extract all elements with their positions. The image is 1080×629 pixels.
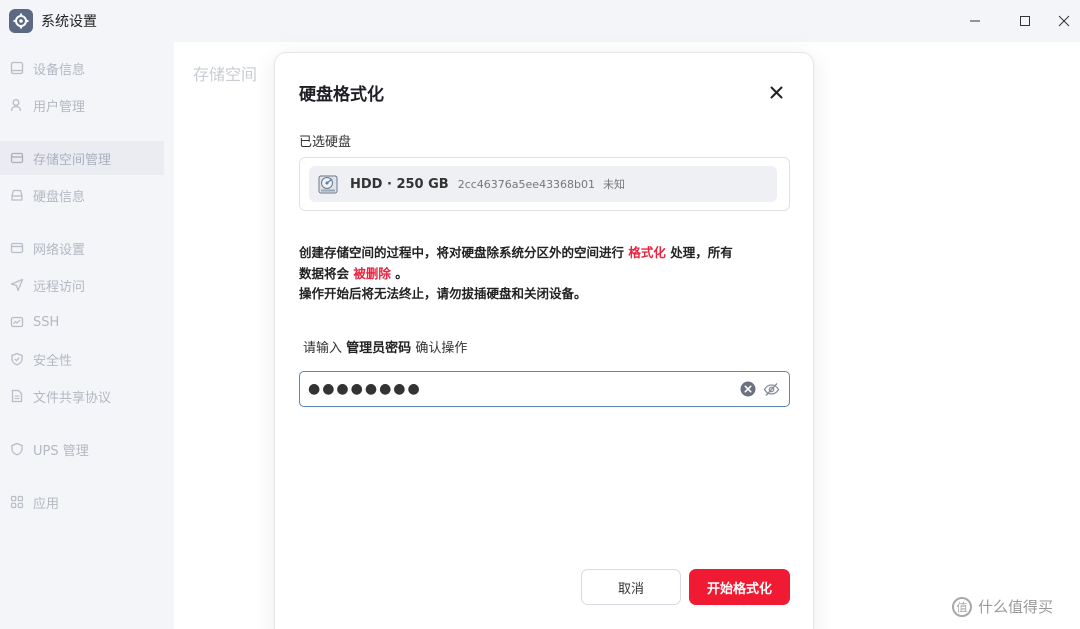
warning-text: 创建存储空间的过程中，将对硬盘除系统分区外的空间进行: [299, 245, 625, 260]
sidebar-item-ups-management[interactable]: UPS 管理: [0, 432, 164, 466]
window-title: 系统设置: [41, 14, 97, 30]
dialog-title: 硬盘格式化: [299, 85, 384, 105]
sidebar-item-label: 网络设置: [33, 242, 86, 258]
close-icon: [770, 86, 782, 98]
sidebar-item-storage-management[interactable]: 存储空间管理: [0, 141, 164, 175]
network-icon: [10, 242, 24, 254]
password-label: 请输入 管理员密码 确认操作: [303, 337, 467, 356]
sidebar-item-apps[interactable]: 应用: [0, 485, 164, 519]
watermark-text: 什么值得买: [978, 598, 1054, 616]
clear-icon[interactable]: [740, 381, 756, 397]
disk-chip: HDD · 250 GB 2cc46376a5ee43368b01 未知: [309, 166, 777, 202]
apps-icon: [10, 495, 24, 509]
page-title: 存储空间: [193, 65, 258, 84]
remote-access-icon: [10, 278, 24, 292]
warning-highlight-delete: 被删除: [353, 265, 391, 281]
sidebar-item-label: 存储空间管理: [33, 152, 112, 168]
selected-disk-label: 已选硬盘: [299, 135, 352, 150]
ssh-icon: [10, 316, 24, 328]
sidebar-item-label: 远程访问: [33, 279, 86, 295]
sidebar-item-file-sharing[interactable]: 文件共享协议: [0, 379, 164, 413]
sidebar-item-label: 设备信息: [33, 62, 86, 78]
disk-id: 2cc46376a5ee43368b01: [457, 177, 596, 191]
sidebar-item-remote-access[interactable]: 远程访问: [0, 268, 164, 302]
disk-status: 未知: [603, 178, 626, 191]
sidebar-item-label: 安全性: [33, 353, 73, 369]
sidebar-item-label: 应用: [33, 496, 60, 512]
sidebar: 设备信息 用户管理 存储空间管理 硬盘信息 网络设置 远程访问 SSH 安全性 …: [0, 42, 174, 629]
disk-icon: [11, 189, 23, 201]
format-warning: 创建存储空间的过程中，将对硬盘除系统分区外的空间进行 格式化 处理，所有 数据将…: [299, 243, 799, 305]
admin-password-input[interactable]: [308, 378, 728, 400]
warning-text: 。: [395, 265, 408, 281]
sidebar-item-network-settings[interactable]: 网络设置: [0, 231, 164, 265]
warning-text: 处理，所有: [670, 245, 733, 260]
minimize-icon[interactable]: [962, 8, 988, 34]
cancel-button[interactable]: 取消: [581, 569, 681, 605]
sidebar-item-label: SSH: [33, 314, 60, 330]
disk-name: HDD · 250 GB: [350, 176, 449, 192]
sidebar-item-disk-info[interactable]: 硬盘信息: [0, 178, 164, 212]
file-share-icon: [11, 389, 23, 403]
user-icon: [10, 99, 22, 112]
shield-icon: [11, 352, 23, 366]
dialog-close-button[interactable]: [765, 81, 787, 103]
password-label-suffix: 确认操作: [415, 341, 468, 356]
sidebar-item-label: 文件共享协议: [33, 390, 112, 406]
warning-text: 操作开始后将无法终止，请勿拔插硬盘和关闭设备。: [299, 286, 587, 301]
watermark: 值 什么值得买: [952, 596, 1053, 617]
sidebar-item-label: 用户管理: [33, 99, 86, 115]
selected-disk-box: HDD · 250 GB 2cc46376a5ee43368b01 未知: [299, 157, 790, 211]
sidebar-item-security[interactable]: 安全性: [0, 342, 164, 376]
password-label-prefix: 请输入: [303, 341, 343, 356]
eye-off-icon[interactable]: [763, 381, 780, 398]
ups-icon: [11, 442, 23, 456]
close-icon[interactable]: [1051, 8, 1077, 34]
sidebar-item-label: 硬盘信息: [33, 189, 86, 205]
password-label-bold: 管理员密码: [346, 341, 412, 356]
warning-highlight-format: 格式化: [628, 245, 666, 260]
hdd-icon: [318, 175, 338, 194]
sidebar-item-user-management[interactable]: 用户管理: [0, 88, 164, 122]
sidebar-item-label: UPS 管理: [33, 443, 89, 459]
storage-icon: [10, 152, 24, 164]
watermark-logo-icon: 值: [952, 596, 972, 617]
format-disk-dialog: 硬盘格式化 已选硬盘 HDD · 250 GB 2cc46376a5ee4336…: [274, 52, 814, 629]
maximize-icon[interactable]: [1012, 8, 1038, 34]
start-format-button[interactable]: 开始格式化: [689, 569, 790, 605]
device-icon: [10, 61, 24, 75]
sidebar-item-device-info[interactable]: 设备信息: [0, 51, 164, 85]
sidebar-item-ssh[interactable]: SSH: [0, 305, 164, 339]
title-bar: 系统设置: [0, 0, 1080, 42]
admin-password-field[interactable]: [299, 371, 790, 407]
settings-app-icon: [9, 9, 33, 33]
warning-text: 数据将会: [299, 265, 350, 281]
